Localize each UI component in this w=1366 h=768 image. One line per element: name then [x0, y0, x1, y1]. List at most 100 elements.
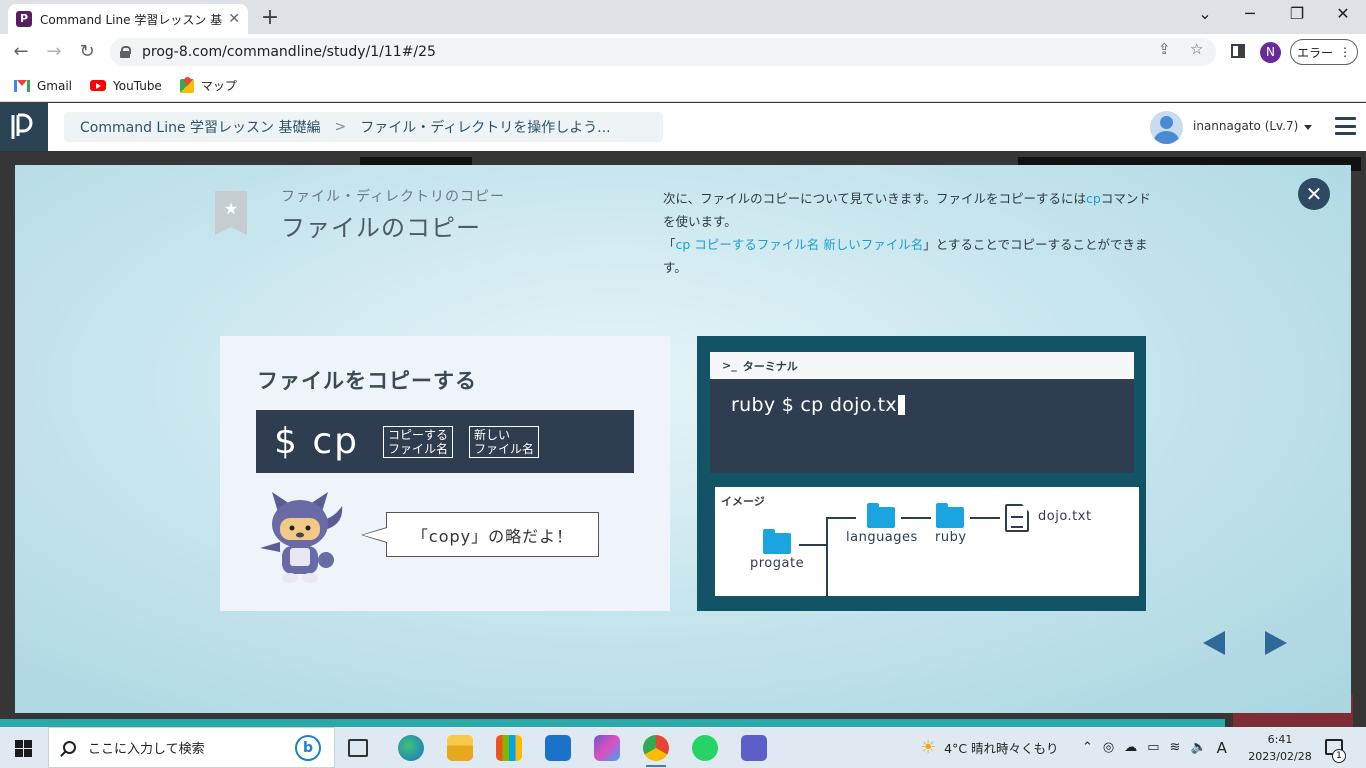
terminal-prompt-icon: >_ — [722, 359, 737, 372]
bookmark-gmail[interactable]: Gmail — [14, 79, 72, 93]
profile-avatar[interactable]: N — [1260, 42, 1281, 63]
side-panel-icon[interactable] — [1231, 44, 1245, 58]
file-explorer-icon[interactable] — [447, 735, 473, 761]
arg-source-file: コピーする ファイル名 — [383, 425, 454, 458]
user-avatar[interactable] — [1150, 111, 1183, 144]
reload-button[interactable]: ↻ — [76, 41, 98, 62]
bookmark-youtube[interactable]: YouTube — [90, 79, 162, 93]
command-text: $ cp — [274, 421, 359, 462]
previous-slide-button[interactable] — [1203, 631, 1225, 655]
slide-illustration-left: ファイルをコピーする $ cp コピーする ファイル名 新しい ファイル名 「c… — [220, 336, 670, 611]
weather-icon: ☀ — [920, 737, 937, 758]
teams-icon[interactable] — [741, 735, 767, 761]
folder-icon — [763, 529, 791, 554]
terminal-body: ruby $ cp dojo.tx — [710, 379, 1134, 473]
maps-icon — [179, 78, 194, 93]
microsoft-store-icon[interactable] — [496, 735, 522, 761]
browser-tab[interactable]: P Command Line 学習レッスン 基礎編 ✕ — [8, 4, 248, 34]
volume-icon[interactable]: 🔈 — [1190, 740, 1206, 755]
edge-icon[interactable] — [398, 735, 424, 761]
bookmark-label: マップ — [200, 79, 237, 93]
restore-button[interactable]: ❐ — [1285, 4, 1309, 23]
arg-line: 新しい — [474, 427, 511, 442]
forward-button[interactable]: → — [43, 41, 65, 62]
tree-root-label: progate — [750, 556, 805, 571]
close-modal-button[interactable]: ✕ — [1298, 178, 1330, 210]
new-tab-button[interactable]: + — [258, 5, 282, 30]
user-menu[interactable]: inannagato (Lv.7) — [1193, 119, 1313, 133]
wifi-icon[interactable]: ≋ — [1170, 740, 1181, 755]
weather-widget[interactable]: ☀ 4°C 晴れ時々くもり — [920, 727, 1059, 768]
breadcrumb-course[interactable]: Command Line 学習レッスン 基礎編 — [80, 117, 320, 137]
close-icon[interactable]: ✕ — [228, 11, 240, 27]
ninja-cat-mascot-icon — [260, 492, 343, 583]
caret-down-icon — [1304, 125, 1313, 130]
tree-connector — [901, 517, 931, 519]
tree-connector — [799, 544, 827, 546]
image-label: イメージ — [721, 495, 765, 508]
youtube-icon — [90, 80, 107, 91]
lock-icon — [120, 46, 131, 58]
tree-grandchild-label: ruby — [935, 530, 967, 545]
file-icon — [1005, 504, 1029, 532]
chevron-up-icon[interactable]: ⌃ — [1082, 740, 1093, 755]
slide-description: 次に、ファイルのコピーについて見ていきます。ファイルをコピーするにはcpコマンド… — [663, 187, 1153, 279]
site-header: Command Line 学習レッスン 基礎編 > ファイル・ディレクトリを操作… — [0, 103, 1366, 151]
share-icon[interactable]: ⇪ — [1158, 40, 1171, 58]
bookmark-maps[interactable]: マップ — [179, 77, 237, 94]
whatsapp-icon[interactable] — [692, 735, 718, 761]
arg-line: ファイル名 — [474, 441, 535, 456]
chrome-icon[interactable] — [643, 735, 669, 767]
bookmark-star-icon[interactable]: ☆ — [1190, 40, 1203, 58]
onedrive-icon[interactable]: ☁ — [1124, 740, 1137, 755]
next-slide-button[interactable] — [1265, 631, 1287, 655]
slide-illustration-right: >_ ターミナル ruby $ cp dojo.tx イメージ progate … — [697, 336, 1146, 611]
search-icon — [63, 741, 76, 754]
meet-now-icon[interactable]: ◎ — [1103, 740, 1114, 755]
weather-text: 4°C 晴れ時々くもり — [944, 741, 1059, 756]
battery-icon[interactable]: ▭ — [1147, 740, 1159, 755]
desc-command: cp — [1086, 191, 1101, 206]
windows-start-icon[interactable] — [15, 740, 32, 757]
illustration-heading: ファイルをコピーする — [257, 369, 477, 393]
task-view-icon[interactable] — [348, 739, 368, 757]
search-placeholder: ここに入力して検索 — [88, 742, 205, 757]
notification-badge: 1 — [1332, 749, 1346, 763]
progate-favicon-icon: P — [16, 11, 32, 27]
breadcrumb-lesson[interactable]: ファイル・ディレクトリを操作しよう... — [360, 117, 610, 137]
tab-search-chevron-icon[interactable]: ⌄ — [1193, 4, 1217, 23]
browser-tab-bar: P Command Line 学習レッスン 基礎編 ✕ + ⌄ ─ ❐ ✕ — [0, 0, 1366, 34]
hamburger-menu-icon[interactable] — [1335, 117, 1356, 135]
error-button[interactable]: エラー ⋮ — [1290, 39, 1358, 65]
bookmark-label: Gmail — [37, 78, 73, 93]
address-bar[interactable]: prog-8.com/commandline/study/1/11#/25 — [110, 38, 1216, 66]
back-button[interactable]: ← — [10, 41, 32, 62]
slide-subtitle: ファイル・ディレクトリのコピー — [281, 189, 506, 205]
progate-logo[interactable] — [0, 103, 48, 151]
bookmarks-bar: Gmail YouTube マップ — [0, 70, 1366, 102]
terminal-cursor — [897, 395, 905, 415]
desc-syntax: cp コピーするファイル名 新しいファイル名 — [675, 237, 924, 252]
terminal-title: ターミナル — [742, 359, 798, 373]
tree-connector — [826, 517, 828, 596]
taskbar-clock[interactable]: 6:41 2023/02/28 — [1245, 731, 1315, 765]
bookmark-badge-icon[interactable] — [215, 191, 247, 235]
tree-child-label: languages — [846, 530, 918, 545]
speech-text: 「copy」の略だよ！ — [411, 526, 574, 546]
browser-toolbar: ← → ↻ prog-8.com/commandline/study/1/11#… — [0, 34, 1366, 70]
bing-icon[interactable]: b — [295, 735, 321, 761]
arg-new-file: 新しい ファイル名 — [469, 425, 540, 458]
kebab-menu-icon: ⋮ — [1339, 45, 1351, 59]
chevron-right-icon: > — [334, 119, 347, 135]
folder-icon — [867, 503, 895, 528]
taskbar-search-input[interactable]: ここに入力して検索 — [48, 727, 335, 768]
desc-text: 次に、ファイルのコピーについて見ていきます。ファイルをコピーするには — [663, 191, 1087, 206]
minimize-button[interactable]: ─ — [1238, 4, 1262, 23]
slide-modal: ファイル・ディレクトリのコピー ファイルのコピー 次に、ファイルのコピーについて… — [15, 165, 1351, 713]
mail-icon[interactable] — [545, 735, 571, 761]
terminal-command: ruby $ cp dojo.tx — [731, 394, 897, 416]
ime-indicator[interactable]: A — [1217, 739, 1227, 757]
copilot-icon[interactable] — [594, 735, 620, 761]
tab-title: Command Line 学習レッスン 基礎編 — [40, 12, 223, 27]
close-window-button[interactable]: ✕ — [1331, 4, 1355, 23]
